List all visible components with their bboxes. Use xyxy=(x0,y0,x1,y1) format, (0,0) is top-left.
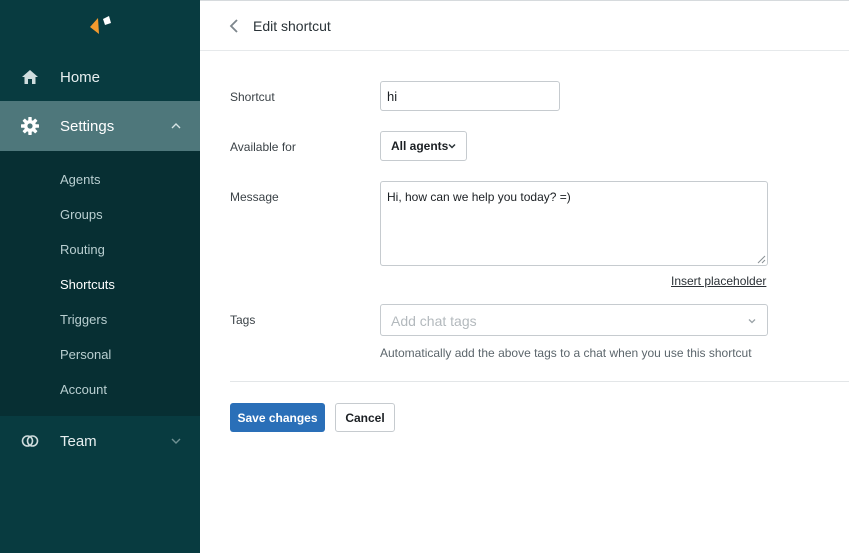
sidebar: Home Settings Agents Groups Routing Shor… xyxy=(0,0,200,553)
divider xyxy=(230,381,849,382)
sidebar-item-label: Team xyxy=(60,432,97,450)
sidebar-item-settings[interactable]: Settings xyxy=(0,101,200,151)
sidebar-subitem-account[interactable]: Account xyxy=(60,382,107,397)
gear-icon xyxy=(20,116,40,136)
sidebar-item-home[interactable]: Home xyxy=(0,56,200,98)
cancel-button[interactable]: Cancel xyxy=(335,403,395,432)
insert-placeholder-link[interactable]: Insert placeholder xyxy=(671,274,766,288)
main-content: Edit shortcut Shortcut Available for All… xyxy=(200,0,849,553)
message-textarea[interactable]: Hi, how can we help you today? =) xyxy=(380,181,768,266)
back-button[interactable] xyxy=(226,17,242,35)
message-label: Message xyxy=(230,190,279,204)
shortcut-input[interactable] xyxy=(380,81,560,111)
sidebar-subitem-agents[interactable]: Agents xyxy=(60,172,100,187)
tags-helper-text: Automatically add the above tags to a ch… xyxy=(380,346,752,360)
chevron-down-icon[interactable] xyxy=(747,316,757,326)
sidebar-subitem-routing[interactable]: Routing xyxy=(60,242,105,257)
sidebar-subitem-personal[interactable]: Personal xyxy=(60,347,111,362)
tags-placeholder: Add chat tags xyxy=(391,313,477,329)
settings-submenu: Agents Groups Routing Shortcuts Triggers… xyxy=(0,151,200,416)
available-for-value: All agents xyxy=(391,139,449,153)
sidebar-subitem-shortcuts[interactable]: Shortcuts xyxy=(60,277,115,292)
home-icon xyxy=(20,67,40,87)
sidebar-subitem-triggers[interactable]: Triggers xyxy=(60,312,107,327)
chevron-down-icon xyxy=(170,435,182,447)
tags-label: Tags xyxy=(230,313,256,327)
chevron-down-icon xyxy=(447,141,457,151)
available-for-label: Available for xyxy=(230,140,296,154)
sidebar-item-label: Settings xyxy=(60,117,115,135)
sidebar-subitem-groups[interactable]: Groups xyxy=(60,207,103,222)
page-title: Edit shortcut xyxy=(253,18,331,34)
sidebar-item-team[interactable]: Team xyxy=(0,421,200,461)
app-logo[interactable] xyxy=(86,14,116,38)
shortcut-label: Shortcut xyxy=(230,90,275,104)
chevron-left-icon xyxy=(229,19,238,33)
chevron-up-icon xyxy=(170,120,182,132)
available-for-select[interactable]: All agents xyxy=(380,131,467,161)
resize-handle-icon[interactable] xyxy=(755,253,766,264)
save-changes-button[interactable]: Save changes xyxy=(230,403,325,432)
sidebar-item-label: Home xyxy=(60,68,101,86)
team-icon xyxy=(20,431,40,451)
page-header: Edit shortcut xyxy=(200,1,849,51)
tags-input[interactable]: Add chat tags xyxy=(380,304,768,336)
